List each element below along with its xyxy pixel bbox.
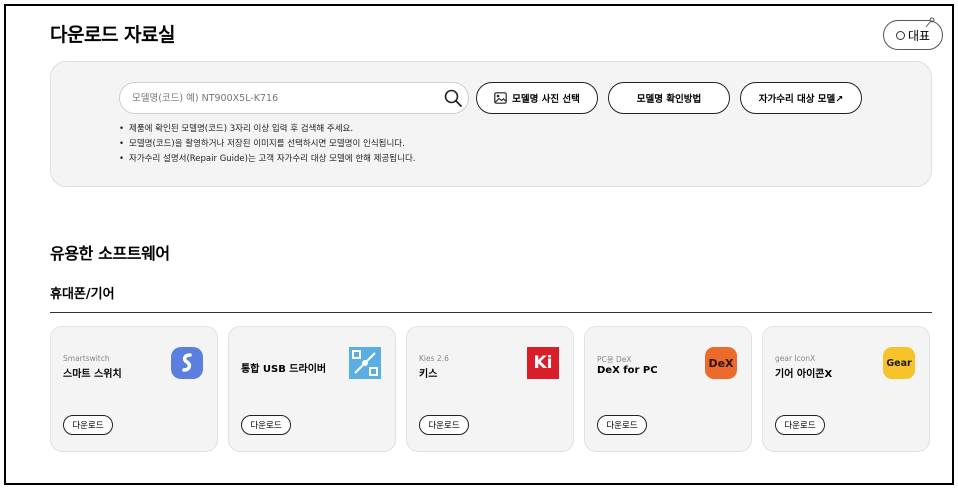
kies-icon: Ki <box>527 347 559 379</box>
note-item: 제품에 확인된 모델명(코드) 3자리 이상 입력 후 검색해 주세요. <box>119 122 415 137</box>
model-search-input[interactable] <box>119 82 469 114</box>
card-name: 스마트 스위치 <box>63 369 122 380</box>
card-name: DeX for PC <box>597 365 658 376</box>
self-repair-label: 자가수리 대상 모델↗ <box>758 94 844 105</box>
software-card-usb-driver: 통합 USB 드라이버 다운로드 <box>228 326 396 452</box>
page-frame: 다운로드 자료실 대표 모델명 사진 선택 모델명 확인방법 자가수리 대상 모… <box>4 4 954 485</box>
card-category: Kies 2.6 <box>419 354 449 363</box>
representative-button[interactable]: 대표 <box>883 17 943 50</box>
search-panel: 모델명 사진 선택 모델명 확인방법 자가수리 대상 모델↗ 제품에 확인된 모… <box>50 61 932 187</box>
divider <box>50 312 932 313</box>
card-name: 키스 <box>419 369 438 380</box>
useful-software-title: 유용한 소프트웨어 <box>50 244 170 263</box>
smartswitch-icon <box>171 347 203 379</box>
card-category: PC용 DeX <box>597 355 632 364</box>
note-item: 자가수리 설명서(Repair Guide)는 고객 자가수리 대상 모델에 한… <box>119 152 415 167</box>
software-card-kies: Kies 2.6 키스 Ki 다운로드 <box>406 326 574 452</box>
download-button[interactable]: 다운로드 <box>775 415 825 435</box>
search-notes: 제품에 확인된 모델명(코드) 3자리 이상 입력 후 검색해 주세요. 모델명… <box>119 122 415 167</box>
circle-icon <box>895 30 905 40</box>
gear-icon: Gear <box>883 347 915 379</box>
photo-select-button[interactable]: 모델명 사진 선택 <box>476 82 598 114</box>
category-title: 휴대폰/기어 <box>50 287 115 302</box>
how-to-check-label: 모델명 확인방법 <box>636 94 702 105</box>
download-button[interactable]: 다운로드 <box>63 415 113 435</box>
representative-label: 대표 <box>907 28 931 43</box>
card-name: 기어 아이콘X <box>775 369 833 380</box>
download-button[interactable]: 다운로드 <box>597 415 647 435</box>
download-button[interactable]: 다운로드 <box>419 415 469 435</box>
software-card-smartswitch: Smartswitch 스마트 스위치 다운로드 <box>50 326 218 452</box>
dex-icon: DeX <box>705 347 737 379</box>
sparkle-icon <box>925 17 935 28</box>
card-name: 통합 USB 드라이버 <box>241 364 327 375</box>
download-button[interactable]: 다운로드 <box>241 415 291 435</box>
page-title: 다운로드 자료실 <box>50 24 175 46</box>
search-icon[interactable] <box>444 89 462 107</box>
photo-select-label: 모델명 사진 선택 <box>512 94 580 105</box>
self-repair-models-link[interactable]: 자가수리 대상 모델↗ <box>740 82 862 114</box>
card-category: Smartswitch <box>63 354 110 363</box>
note-item: 모델명(코드)을 촬영하거나 저장된 이미지를 선택하시면 모델명이 인식됩니다… <box>119 137 415 152</box>
usb-driver-icon <box>349 347 381 379</box>
image-icon <box>494 92 507 104</box>
software-card-dex: PC용 DeX DeX for PC DeX 다운로드 <box>584 326 752 452</box>
how-to-check-button[interactable]: 모델명 확인방법 <box>608 82 730 114</box>
card-category: gear IconX <box>775 354 816 363</box>
software-card-gear-iconx: gear IconX 기어 아이콘X Gear 다운로드 <box>762 326 930 452</box>
